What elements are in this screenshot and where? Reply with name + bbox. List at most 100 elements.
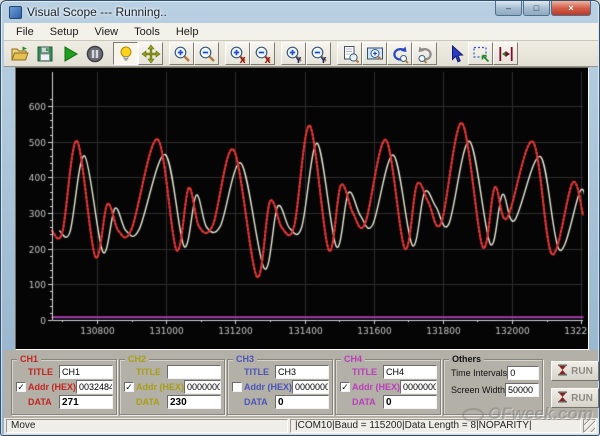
time-intervals-label: Time Intervals <box>451 367 508 378</box>
addr-label: Addr (HEX) <box>136 381 184 392</box>
svg-text:X: X <box>239 56 246 64</box>
addr-label: Addr (HEX) <box>352 381 400 392</box>
open-button[interactable] <box>7 42 32 65</box>
pan-button[interactable] <box>138 42 163 65</box>
addr-input[interactable]: 00324843 <box>76 379 113 394</box>
start-button[interactable] <box>57 42 82 65</box>
status-mode: Move <box>6 419 288 433</box>
rect-select-icon <box>471 44 491 64</box>
title-bar[interactable]: Visual Scope --- Running.. – □ × <box>1 1 599 23</box>
data-value[interactable]: 271 <box>59 394 113 409</box>
title-label: TITLE <box>136 366 161 377</box>
pointer-button[interactable] <box>443 42 468 65</box>
zoom-window-button[interactable] <box>362 42 387 65</box>
title-label: TITLE <box>352 366 377 377</box>
channel-group-ch1: CH1 TITLE CH1 ✓Addr (HEX)00324843 DATA 271 <box>11 354 117 415</box>
channel-caption: CH4 <box>341 354 366 364</box>
undo-zoom-icon <box>390 44 410 64</box>
addr-checkbox[interactable]: ✓ <box>124 381 134 392</box>
toolbar: X X YY <box>4 41 598 67</box>
others-group: Others Time Intervals 0 Screen Width 50000 <box>443 354 543 415</box>
run-button-column: RUN RUN <box>551 361 599 415</box>
move-cross-icon <box>141 44 161 64</box>
screen-width-label: Screen Width <box>451 384 506 395</box>
menu-item-setup[interactable]: Setup <box>42 25 87 39</box>
hourglass-icon <box>557 364 568 379</box>
zoom-out-icon <box>197 44 217 64</box>
pause-button[interactable] <box>82 42 107 65</box>
menu-item-tools[interactable]: Tools <box>126 25 168 39</box>
zoom-out-button[interactable] <box>194 42 219 65</box>
channel-caption: CH1 <box>17 354 42 364</box>
channel-group-ch3: CH3 TITLE CH3 Addr (HEX)00000000 DATA 0 <box>227 354 333 415</box>
play-icon <box>60 44 80 64</box>
maximize-button[interactable]: □ <box>523 1 550 16</box>
zoom-undo-button[interactable] <box>387 42 412 65</box>
menu-item-view[interactable]: View <box>86 25 126 39</box>
zoom-x-out-button[interactable]: X <box>250 42 275 65</box>
run-button-2[interactable]: RUN <box>551 388 599 408</box>
menu-item-help[interactable]: Help <box>168 25 207 39</box>
title-input[interactable]: CH3 <box>275 364 329 379</box>
addr-input[interactable]: 00000000 <box>184 379 221 394</box>
time-intervals-input[interactable]: 0 <box>507 365 539 380</box>
data-label: DATA <box>244 396 268 407</box>
zoom-x-out-icon: X <box>253 44 273 64</box>
data-label: DATA <box>136 396 160 407</box>
status-com-info: |COM10|Baud = 115200|Data Length = 8|NOP… <box>290 419 581 433</box>
menu-item-file[interactable]: File <box>8 25 42 39</box>
zoom-in-button[interactable] <box>169 42 194 65</box>
title-label: TITLE <box>244 366 269 377</box>
status-bar: Move |COM10|Baud = 115200|Data Length = … <box>4 418 598 434</box>
run-button-1[interactable]: RUN <box>551 361 599 381</box>
window-title: Visual Scope --- Running.. <box>27 5 167 19</box>
redo-zoom-icon <box>415 44 435 64</box>
channel-group-ch4: CH4 TITLE CH4 ✓Addr (HEX)00000000 DATA 0 <box>335 354 441 415</box>
close-button[interactable]: × <box>551 1 591 16</box>
zoom-x-in-icon: X <box>228 44 248 64</box>
zoom-fit-button[interactable] <box>337 42 362 65</box>
addr-input[interactable]: 00000000 <box>292 379 329 394</box>
rect-select-button[interactable] <box>468 42 493 65</box>
addr-label: Addr (HEX) <box>28 381 76 392</box>
data-value[interactable]: 0 <box>275 394 329 409</box>
data-value[interactable]: 0 <box>383 394 437 409</box>
title-input[interactable]: CH4 <box>383 364 437 379</box>
grid-light-button[interactable] <box>113 42 138 65</box>
bulb-icon <box>116 44 136 64</box>
addr-input[interactable]: 00000000 <box>400 379 437 394</box>
zoom-y-out-icon: Y <box>309 44 329 64</box>
zoom-y-out-button[interactable]: Y <box>306 42 331 65</box>
addr-label: Addr (HEX) <box>244 381 292 392</box>
zoom-y-in-button[interactable]: Y <box>281 42 306 65</box>
cursors-button[interactable] <box>493 42 518 65</box>
menu-bar: File Setup View Tools Help <box>4 23 598 41</box>
addr-checkbox[interactable]: ✓ <box>16 381 26 392</box>
zoom-x-in-button[interactable]: X <box>225 42 250 65</box>
app-icon <box>9 5 22 19</box>
channel-group-ch2: CH2 TITLE✓Addr (HEX)00000000 DATA 230 <box>119 354 225 415</box>
data-value[interactable]: 230 <box>167 394 221 409</box>
zoom-redo-button[interactable] <box>412 42 437 65</box>
visual-scope-window: Visual Scope --- Running.. – □ × File Set… <box>0 0 600 436</box>
cursors-icon <box>496 44 516 64</box>
scope-plot[interactable] <box>16 68 588 349</box>
save-button[interactable] <box>32 42 57 65</box>
resize-grip[interactable] <box>583 419 596 433</box>
pause-icon <box>85 44 105 64</box>
channel-caption: CH2 <box>125 354 150 364</box>
channel-caption: CH3 <box>233 354 258 364</box>
data-label: DATA <box>352 396 376 407</box>
screen-zoom-icon <box>365 44 385 64</box>
addr-checkbox[interactable] <box>232 381 242 392</box>
title-input[interactable] <box>167 364 221 379</box>
fit-page-icon <box>340 44 360 64</box>
folder-open-icon <box>10 44 30 64</box>
hourglass-icon <box>557 391 568 406</box>
screen-width-input[interactable]: 50000 <box>505 382 539 397</box>
minimize-button[interactable]: – <box>495 1 522 16</box>
title-input[interactable]: CH1 <box>59 364 113 379</box>
addr-checkbox[interactable]: ✓ <box>340 381 350 392</box>
svg-text:X: X <box>264 56 271 64</box>
title-label: TITLE <box>28 366 53 377</box>
